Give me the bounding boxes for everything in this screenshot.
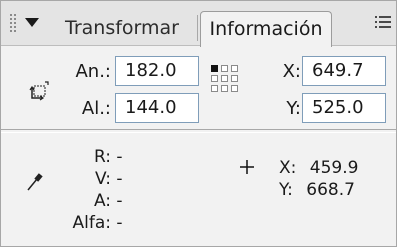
info-panel: Transformar Información An.: 182.0 Al.: … [0, 0, 397, 247]
tab-separator [197, 15, 198, 41]
red-row: R: - [41, 147, 123, 167]
crosshair-icon [240, 160, 254, 174]
x-field[interactable]: 649.7 [302, 56, 386, 86]
blue-value: - [116, 191, 123, 211]
panel-tab-strip: Transformar Información [1, 1, 396, 47]
cursor-y-value: 668.7 [306, 180, 355, 200]
green-label: V: [95, 169, 111, 189]
height-field[interactable]: 144.0 [115, 93, 199, 123]
registration-grid-icon[interactable] [211, 65, 241, 97]
cursor-x-label: X: [279, 158, 297, 178]
panel-menu-icon[interactable] [375, 15, 391, 29]
red-value: - [116, 147, 123, 167]
grip-dots-icon[interactable] [10, 14, 18, 32]
blue-label: A: [93, 191, 111, 211]
cursor-x-row: X: 459.9 [279, 158, 358, 178]
blue-row: A: - [41, 191, 123, 211]
x-label: X: [282, 61, 301, 82]
alpha-value: - [116, 213, 123, 233]
width-field[interactable]: 182.0 [115, 56, 199, 86]
alpha-row: Alfa: - [41, 213, 123, 233]
y-label: Y: [286, 98, 301, 119]
cursor-x-value: 459.9 [309, 158, 359, 178]
alpha-label: Alfa: [72, 213, 111, 233]
tab-informacion[interactable]: Información [200, 11, 332, 47]
green-row: V: - [41, 169, 123, 189]
height-label: Al.: [81, 98, 111, 119]
y-field[interactable]: 525.0 [302, 93, 386, 123]
resize-icon [29, 81, 49, 101]
green-value: - [116, 169, 123, 189]
cursor-y-row: Y: 668.7 [279, 180, 355, 200]
triangle-down-icon[interactable] [25, 18, 39, 27]
red-label: R: [93, 147, 111, 167]
section-divider [1, 129, 396, 133]
width-label: An.: [75, 61, 111, 82]
tab-transformar[interactable]: Transformar [47, 11, 197, 45]
cursor-y-label: Y: [279, 180, 293, 200]
